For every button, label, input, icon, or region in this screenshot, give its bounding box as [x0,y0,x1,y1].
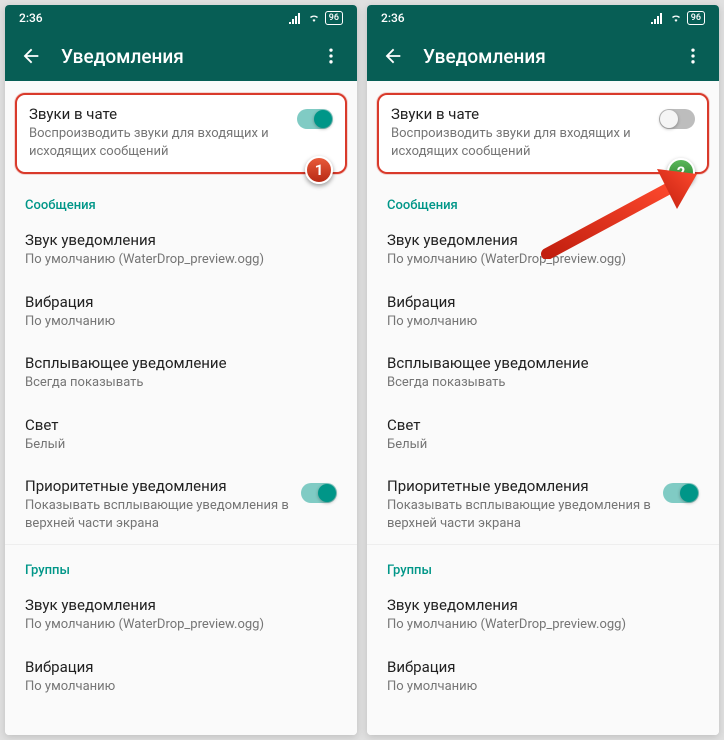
row-sub: По умолчанию (WaterDrop_preview.ogg) [25,616,337,634]
battery-icon: 96 [325,11,343,25]
step-badge-1: 1 [305,156,333,184]
signal-icon [289,12,303,24]
app-bar: Уведомления [5,31,357,81]
status-bar: 2:36 96 [367,5,719,31]
status-icons: 96 [651,11,705,25]
status-icons: 96 [289,11,343,25]
status-time: 2:36 [19,11,43,25]
row-title: Всплывающее уведомление [25,354,337,372]
row-light[interactable]: Свет Белый [367,404,719,466]
row-sub: По умолчанию (WaterDrop_preview.ogg) [387,251,699,269]
chat-sounds-toggle[interactable] [297,109,333,129]
row-group-sound[interactable]: Звук уведомления По умолчанию (WaterDrop… [367,584,719,646]
chat-sounds-card[interactable]: Звуки в чате Воспроизводить звуки для вх… [15,93,347,174]
row-title: Свет [25,416,337,434]
menu-button[interactable] [677,46,709,66]
row-popup[interactable]: Всплывающее уведомление Всегда показыват… [367,342,719,404]
content: Звуки в чате Воспроизводить звуки для вх… [5,81,357,735]
priority-toggle[interactable] [301,483,337,503]
row-group-vibration[interactable]: Вибрация По умолчанию [367,646,719,708]
row-title: Вибрация [387,658,699,676]
chat-sounds-title: Звуки в чате [391,105,651,123]
row-title: Приоритетные уведомления [387,477,655,495]
row-sub: По умолчанию (WaterDrop_preview.ogg) [387,616,699,634]
more-vert-icon [683,46,703,66]
step-badge-2: 2 [667,158,695,186]
phone-left: 2:36 96 Уведомления Звуки в чате Воспрои… [5,5,357,735]
row-title: Приоритетные уведомления [25,477,293,495]
row-title: Звук уведомления [25,231,337,249]
row-sub: По умолчанию [25,313,337,331]
back-button[interactable] [15,45,47,67]
phone-right: 2:36 96 Уведомления Звуки в чате Воспрои… [367,5,719,735]
row-sub: По умолчанию [387,313,699,331]
chat-sounds-toggle[interactable] [659,109,695,129]
appbar-title: Уведомления [409,45,677,68]
chat-sounds-title: Звуки в чате [29,105,289,123]
content: Звуки в чате Воспроизводить звуки для вх… [367,81,719,735]
row-sub: По умолчанию (WaterDrop_preview.ogg) [25,251,337,269]
row-title: Всплывающее уведомление [387,354,699,372]
row-sub: Белый [25,436,337,454]
row-sub: Показывать всплывающие уведомления в вер… [387,497,655,532]
row-light[interactable]: Свет Белый [5,404,357,466]
row-sub: Всегда показывать [387,374,699,392]
row-title: Вибрация [25,658,337,676]
back-button[interactable] [377,45,409,67]
row-sub: Показывать всплывающие уведомления в вер… [25,497,293,532]
row-sub: Всегда показывать [25,374,337,392]
row-vibration[interactable]: Вибрация По умолчанию [5,281,357,343]
row-sub: По умолчанию [25,678,337,696]
chat-sounds-sub: Воспроизводить звуки для входящих и исхо… [391,125,651,160]
more-vert-icon [321,46,341,66]
section-groups: Группы [367,545,719,584]
signal-icon [651,12,665,24]
row-title: Вибрация [25,293,337,311]
row-notification-sound[interactable]: Звук уведомления По умолчанию (WaterDrop… [367,219,719,281]
row-title: Звук уведомления [25,596,337,614]
status-bar: 2:36 96 [5,5,357,31]
arrow-back-icon [382,45,404,67]
row-priority[interactable]: Приоритетные уведомления Показывать вспл… [5,465,357,544]
status-time: 2:36 [381,11,405,25]
row-title: Звук уведомления [387,596,699,614]
arrow-back-icon [20,45,42,67]
chat-sounds-sub: Воспроизводить звуки для входящих и исхо… [29,125,289,160]
row-title: Звук уведомления [387,231,699,249]
row-notification-sound[interactable]: Звук уведомления По умолчанию (WaterDrop… [5,219,357,281]
wifi-icon [669,12,683,24]
row-vibration[interactable]: Вибрация По умолчанию [367,281,719,343]
chat-sounds-card[interactable]: Звуки в чате Воспроизводить звуки для вх… [377,93,709,174]
appbar-title: Уведомления [47,45,315,68]
section-messages: Сообщения [367,180,719,219]
row-popup[interactable]: Всплывающее уведомление Всегда показыват… [5,342,357,404]
row-group-sound[interactable]: Звук уведомления По умолчанию (WaterDrop… [5,584,357,646]
row-title: Свет [387,416,699,434]
app-bar: Уведомления [367,31,719,81]
battery-icon: 96 [687,11,705,25]
section-messages: Сообщения [5,180,357,219]
row-title: Вибрация [387,293,699,311]
section-groups: Группы [5,545,357,584]
menu-button[interactable] [315,46,347,66]
wifi-icon [307,12,321,24]
priority-toggle[interactable] [663,483,699,503]
row-priority[interactable]: Приоритетные уведомления Показывать вспл… [367,465,719,544]
row-sub: По умолчанию [387,678,699,696]
row-group-vibration[interactable]: Вибрация По умолчанию [5,646,357,708]
row-sub: Белый [387,436,699,454]
